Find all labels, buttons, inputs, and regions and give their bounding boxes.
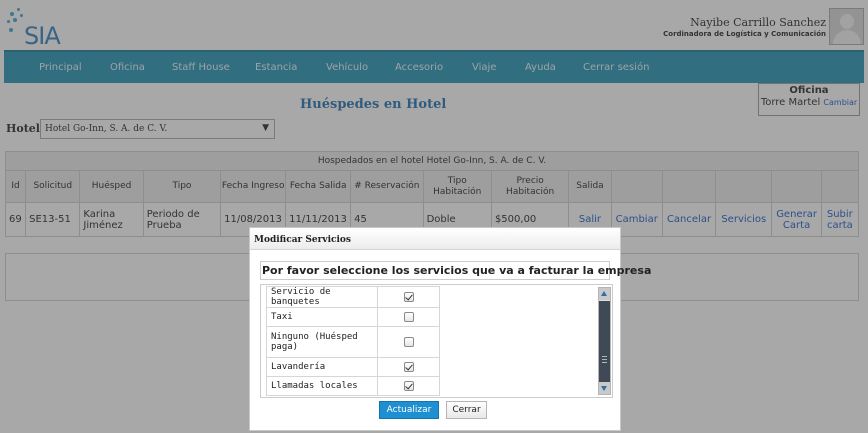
- service-checkbox[interactable]: [403, 311, 414, 322]
- arrow-up-icon: [601, 291, 607, 296]
- dialog-title[interactable]: Modificar Servicios: [250, 228, 620, 250]
- list-scrollbar[interactable]: [598, 287, 611, 395]
- list-item: Lavandería: [266, 357, 440, 377]
- service-label: Servicio de banquetes: [266, 286, 378, 308]
- service-checkbox[interactable]: [403, 380, 414, 391]
- service-label: Taxi: [266, 307, 378, 327]
- service-checkbox[interactable]: [403, 361, 414, 372]
- modify-services-dialog: Modificar Servicios Por favor seleccione…: [249, 227, 651, 431]
- update-button[interactable]: Actualizar: [379, 401, 439, 419]
- arrow-down-icon: [601, 386, 607, 391]
- list-item: Taxi: [266, 307, 440, 327]
- service-label: Llamadas locales: [266, 376, 378, 396]
- list-item: Servicio de banquetes: [266, 286, 440, 308]
- list-item: Ninguno (Huésped paga): [266, 326, 440, 358]
- close-button[interactable]: Cerrar: [446, 401, 487, 419]
- services-table: Servicio de banquetes Taxi Ninguno (Hués…: [266, 286, 440, 396]
- scroll-up-button[interactable]: [599, 288, 610, 300]
- grip-icon: [602, 356, 607, 363]
- service-label: Ninguno (Huésped paga): [266, 326, 378, 358]
- scroll-down-button[interactable]: [599, 382, 610, 394]
- scrollbar-thumb[interactable]: [599, 301, 610, 383]
- services-list[interactable]: Servicio de banquetes Taxi Ninguno (Hués…: [260, 284, 613, 398]
- service-checkbox[interactable]: [403, 291, 414, 302]
- dialog-heading: Por favor seleccione los servicios que v…: [260, 261, 651, 280]
- service-label: Lavandería: [266, 357, 378, 377]
- service-checkbox[interactable]: [403, 336, 414, 347]
- list-item: Llamadas locales: [266, 376, 440, 396]
